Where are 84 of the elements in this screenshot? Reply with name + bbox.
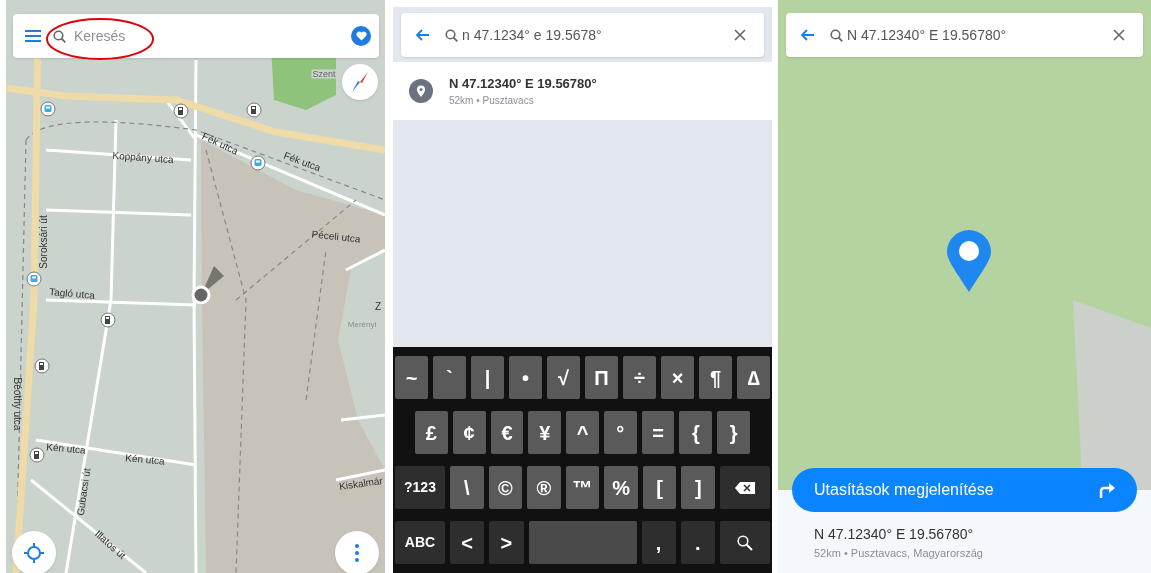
close-icon <box>1113 29 1125 41</box>
back-arrow-icon <box>801 29 815 41</box>
search-field[interactable]: n 47.1234° e 19.5678° <box>462 24 716 46</box>
keyboard-key[interactable]: × <box>661 356 694 399</box>
result-subtitle: 52km • Pusztavacs <box>449 94 535 109</box>
keyboard-key[interactable]: , <box>641 521 676 564</box>
keyboard-key[interactable]: = <box>641 411 675 454</box>
keyboard-key[interactable]: [ <box>642 466 677 509</box>
keyboard-key[interactable]: . <box>680 521 715 564</box>
keyboard-key[interactable]: ` <box>433 356 466 399</box>
search-bar[interactable]: Keresés <box>13 14 379 58</box>
street-label: Szent <box>311 69 337 79</box>
crosshair-icon <box>24 543 44 563</box>
keyboard-key[interactable]: ¥ <box>528 411 562 454</box>
keyboard-key[interactable]: ÷ <box>623 356 656 399</box>
fuel-station-icon <box>29 447 45 463</box>
keyboard-key[interactable]: € <box>490 411 524 454</box>
street-label: Fék utca <box>282 150 322 174</box>
keyboard-key[interactable]: ?123 <box>395 466 445 509</box>
street-label: Kén utca <box>124 453 166 467</box>
keyboard-key[interactable]: £ <box>415 411 448 454</box>
tram-stop-icon <box>40 101 56 117</box>
keyboard-key[interactable]: ^ <box>566 411 599 454</box>
keyboard-key[interactable]: ABC <box>395 521 445 564</box>
backspace-key[interactable] <box>720 466 771 509</box>
keyboard-key[interactable]: ∆ <box>737 356 770 399</box>
more-icon <box>355 544 359 562</box>
search-bar[interactable]: n 47.1234° e 19.5678° <box>401 13 764 57</box>
keyboard-key[interactable]: < <box>450 521 485 564</box>
search-icon <box>445 28 458 42</box>
search-result[interactable]: N 47.12340° E 19.56780° 52km • Pusztavacs <box>393 62 772 120</box>
search-icon <box>737 534 753 551</box>
fuel-station-icon <box>173 103 189 119</box>
street-label: Péceli utca <box>311 229 361 245</box>
search-bar[interactable]: N 47.12340° E 19.56780° <box>786 13 1143 57</box>
search-key[interactable] <box>720 521 770 564</box>
map-pin-icon <box>947 230 991 292</box>
keyboard-key[interactable]: ® <box>527 466 561 509</box>
street-label: Z <box>374 302 382 312</box>
directions-button[interactable]: Utasítások megjelenítése <box>792 467 1137 512</box>
heart-icon <box>355 31 367 41</box>
tram-stop-icon <box>26 271 42 287</box>
keyboard-key[interactable]: ¶ <box>699 356 732 399</box>
street-label: Soroksári út <box>39 215 49 269</box>
close-icon <box>734 29 746 41</box>
search-field[interactable]: N 47.12340° E 19.56780° <box>847 24 1095 46</box>
tram-stop-icon <box>250 155 266 171</box>
back-arrow-icon <box>416 29 430 41</box>
backspace-icon <box>735 481 756 494</box>
keyboard-key[interactable]: © <box>488 466 523 509</box>
place-subtitle: 52km • Pusztavacs, Magyarország <box>814 545 984 561</box>
street-label: Gubacsi út <box>75 467 93 517</box>
keyboard-key[interactable]: | <box>471 356 504 399</box>
result-title: N 47.12340° E 19.56780° <box>449 74 597 93</box>
street-label: Kiskalmár <box>338 476 384 492</box>
keyboard-key[interactable]: % <box>604 466 638 509</box>
location-pin-icon <box>409 79 433 103</box>
keyboard-key[interactable]: √ <box>547 356 580 399</box>
keyboard-key[interactable]: ] <box>681 466 716 509</box>
street-label: Koppány utca <box>112 150 174 166</box>
keyboard-key[interactable]: ™ <box>565 466 600 509</box>
search-field[interactable]: Keresés <box>74 25 343 47</box>
favorites-button[interactable] <box>351 26 371 46</box>
street-label: Fék utca <box>200 131 240 157</box>
keyboard-key[interactable]: ~ <box>395 356 428 399</box>
street-label: Béothy utca <box>12 377 22 431</box>
street-label: Kén utca <box>45 442 87 456</box>
keyboard-key[interactable]: } <box>717 411 751 454</box>
keyboard-key[interactable]: { <box>679 411 713 454</box>
keyboard-key[interactable]: Π <box>585 356 618 399</box>
menu-icon <box>25 30 41 42</box>
turn-right-icon <box>1099 481 1115 498</box>
keyboard-key[interactable]: \ <box>450 466 484 509</box>
street-label: Tagló utca <box>48 287 96 301</box>
keyboard-key[interactable]: ° <box>603 411 637 454</box>
search-icon <box>830 28 843 42</box>
place-title: N 47.12340° E 19.56780° <box>814 524 975 544</box>
search-icon <box>53 29 66 43</box>
keyboard-key[interactable]: > <box>489 521 524 564</box>
street-label: Merényi <box>347 321 377 329</box>
fuel-station-icon <box>34 358 50 374</box>
keyboard-key[interactable]: • <box>509 356 542 399</box>
keyboard-key[interactable]: ¢ <box>452 411 486 454</box>
fuel-station-icon <box>246 102 262 118</box>
